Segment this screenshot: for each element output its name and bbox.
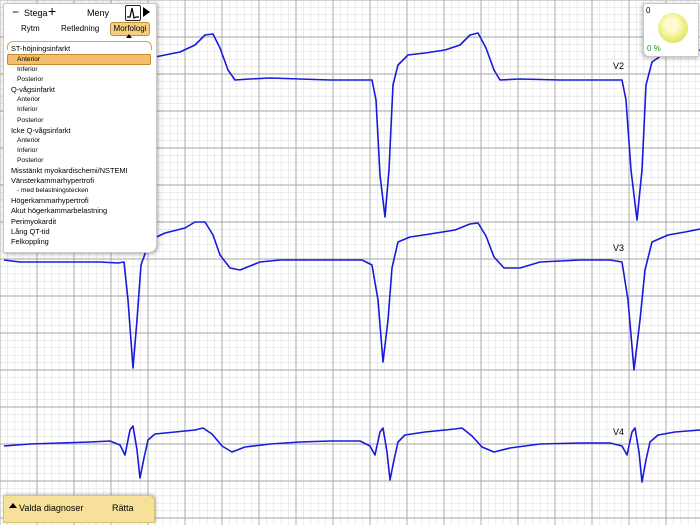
- diagnosis-item[interactable]: Misstänkt myokardischemi/NSTEMI: [4, 166, 156, 176]
- diagnosis-item[interactable]: Perimyokardit: [4, 217, 156, 227]
- diagnosis-item[interactable]: - med belastningstecken: [4, 186, 156, 196]
- toolbar: − Stega + Meny: [4, 4, 156, 21]
- ecg-wave-icon: [127, 7, 139, 19]
- selected-diagnoses-button[interactable]: Valda diagnoser: [19, 503, 83, 513]
- diagnosis-item[interactable]: Posterior: [4, 75, 156, 85]
- score-count: 0: [646, 6, 651, 15]
- diagnosis-item[interactable]: Lång QT-tid: [4, 227, 156, 237]
- diagnosis-item[interactable]: Posterior: [4, 156, 156, 166]
- diagnosis-item[interactable]: Inferior: [4, 65, 156, 75]
- tab-bar: Rytm Retledning Morfologi: [4, 21, 156, 38]
- diagnosis-item[interactable]: Anterior: [7, 54, 151, 66]
- status-light-icon[interactable]: [658, 13, 688, 43]
- diagnosis-item[interactable]: Posterior: [4, 116, 156, 126]
- diagnosis-item[interactable]: Q-vågsinfarkt: [4, 85, 156, 95]
- active-tab-caret-icon: [126, 34, 132, 38]
- diagnosis-item[interactable]: Vänsterkammarhypertrofi: [4, 176, 156, 186]
- diagnosis-item[interactable]: Icke Q-vågsinfarkt: [4, 126, 156, 136]
- expand-caret-icon[interactable]: [9, 503, 17, 508]
- step-label: Stega: [24, 8, 48, 18]
- diagnosis-item[interactable]: Högerkammarhypertrofi: [4, 196, 156, 206]
- diagnosis-item[interactable]: Anterior: [4, 95, 156, 105]
- lead-label-v3: V3: [613, 243, 625, 253]
- diagnosis-item[interactable]: Anterior: [4, 136, 156, 146]
- menu-button[interactable]: Meny: [87, 8, 109, 18]
- tab-rytm[interactable]: Rytm: [21, 24, 40, 33]
- ecg-mode-button[interactable]: [125, 5, 141, 21]
- lead-label-v2: V2: [613, 61, 625, 71]
- diagnosis-item[interactable]: Inferior: [4, 146, 156, 156]
- selected-diagnoses-bar: Valda diagnoser Rätta: [3, 495, 155, 523]
- diagnosis-item[interactable]: Inferior: [4, 105, 156, 115]
- correct-button[interactable]: Rätta: [112, 503, 134, 513]
- diagnosis-item[interactable]: Akut högerkammarbelastning: [4, 206, 156, 216]
- lead-label-v4: V4: [613, 427, 625, 437]
- tab-retledning[interactable]: Retledning: [61, 24, 99, 33]
- score-gauge: 0 0 %: [643, 3, 699, 57]
- diagnosis-item[interactable]: ST-höjningsinfarkt: [4, 44, 156, 54]
- score-percent: 0 %: [647, 44, 661, 53]
- diagnosis-menu-panel: − Stega + Meny Rytm Retledning Morfologi…: [3, 3, 157, 253]
- diagnosis-list: ST-höjningsinfarkt Anterior Inferior Poster…: [4, 44, 156, 247]
- diagnosis-item[interactable]: Felkoppling: [4, 237, 156, 247]
- step-back-button[interactable]: −: [12, 6, 19, 18]
- play-icon[interactable]: [143, 7, 150, 17]
- step-forward-button[interactable]: +: [48, 4, 56, 18]
